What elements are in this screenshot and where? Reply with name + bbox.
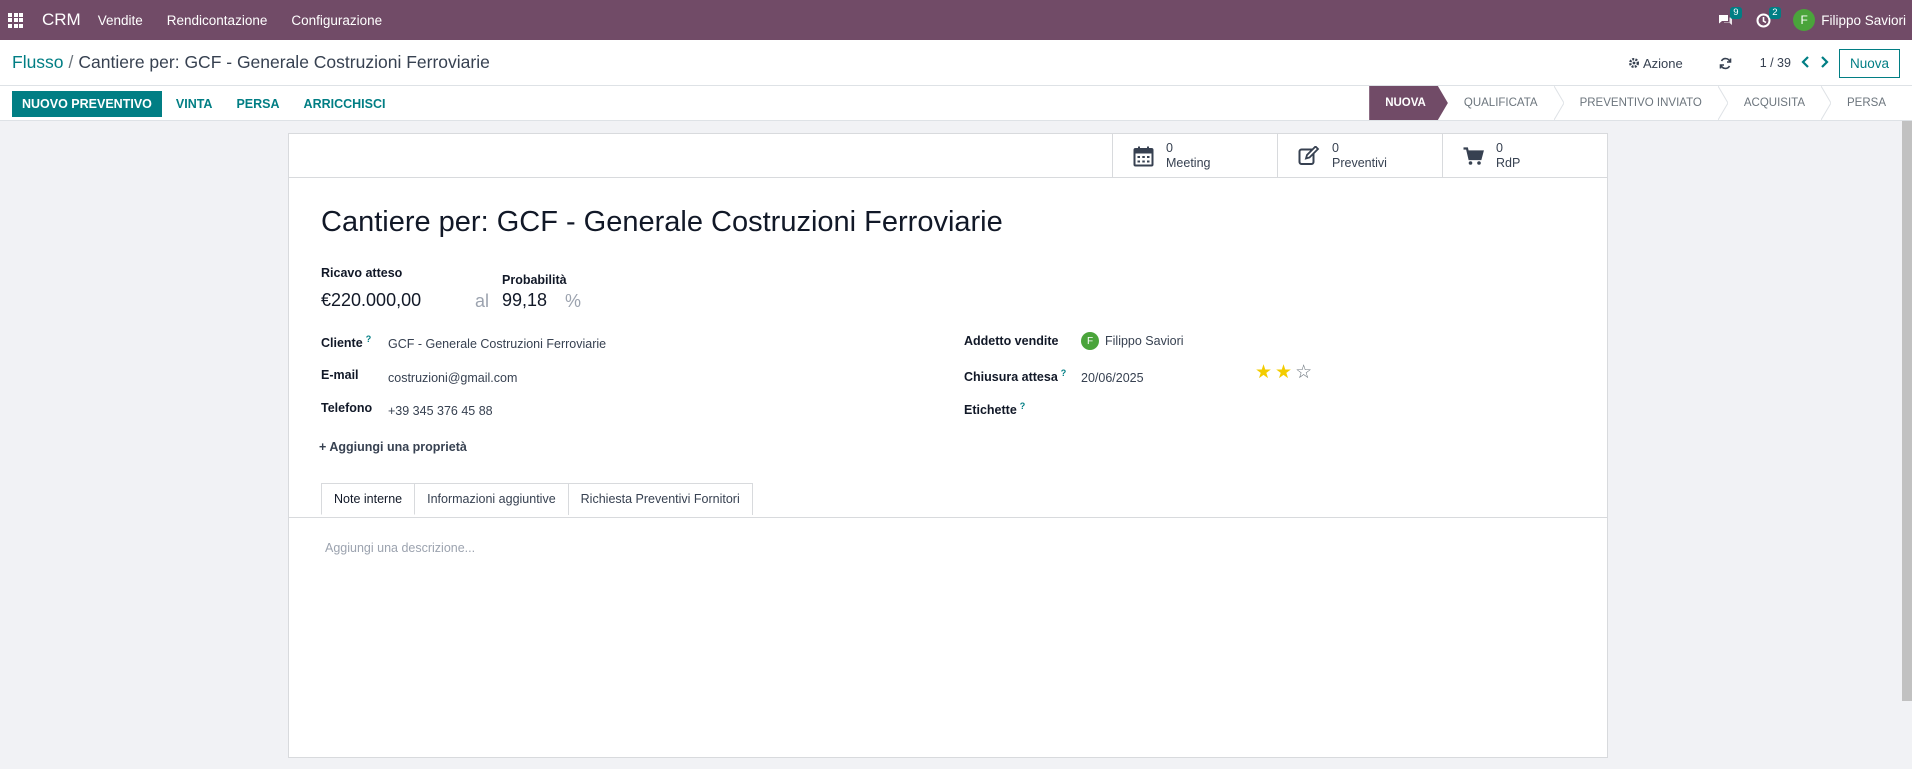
menu-rendicontazione[interactable]: Rendicontazione — [167, 13, 268, 28]
tags-label: Etichette? — [964, 401, 1026, 418]
refresh-icon — [1719, 57, 1731, 69]
status-bar: NUOVO PREVENTIVO VINTA PERSA ARRICCHISCI… — [0, 86, 1912, 121]
meeting-count: 0 — [1166, 141, 1173, 155]
action-label: Azione — [1642, 55, 1683, 71]
calendar-icon — [1133, 146, 1154, 166]
stage-chevron-icon — [1553, 86, 1564, 120]
record-title[interactable]: Cantiere per: GCF - Generale Costruzioni… — [321, 206, 1003, 239]
description-editor[interactable]: Aggiungi una descrizione... — [325, 541, 475, 555]
user-avatar[interactable]: F — [1793, 9, 1816, 31]
stage-chevron-icon — [1717, 86, 1728, 120]
probability-label: Probabilità — [502, 273, 567, 287]
breadcrumb-parent-link[interactable]: Flusso — [12, 52, 64, 72]
stage-persa[interactable]: PERSA — [1831, 86, 1902, 120]
expected-revenue-label: Ricavo atteso — [321, 266, 403, 280]
tab-supplier-quotes[interactable]: Richiesta Preventivi Fornitori — [567, 483, 753, 515]
notebook-tabs: Note interne Informazioni aggiuntive Ric… — [321, 483, 753, 515]
messages-badge: 9 — [1730, 6, 1742, 19]
priority-widget: ★ ★ ☆ — [1255, 363, 1315, 382]
email-field[interactable]: costruzioni@gmail.com — [388, 371, 517, 385]
pager-value[interactable]: 1 / 39 — [1760, 56, 1791, 70]
stage-chevron-icon — [1821, 86, 1831, 120]
page-scrollbar[interactable] — [1902, 121, 1912, 701]
add-property-button[interactable]: + Aggiungi una proprietà — [319, 440, 467, 454]
gear-icon — [1628, 58, 1639, 68]
stage-acquisita[interactable]: ACQUISITA — [1728, 86, 1821, 120]
salesperson-field[interactable]: F Filippo Saviori — [1081, 332, 1184, 350]
enrich-button[interactable]: ARRICCHISCI — [304, 97, 386, 111]
help-tooltip-icon[interactable]: ? — [366, 334, 372, 344]
probability-field[interactable]: 99,18 — [502, 290, 547, 311]
chevron-right-icon — [1821, 55, 1829, 68]
percent-sign: % — [565, 291, 582, 311]
tab-internal-notes[interactable]: Note interne — [321, 483, 416, 515]
menu-configurazione[interactable]: Configurazione — [291, 13, 382, 28]
won-button[interactable]: VINTA — [176, 97, 213, 111]
refresh-button[interactable] — [1719, 57, 1732, 70]
star-filled-icon[interactable]: ★ — [1255, 363, 1272, 382]
star-empty-icon[interactable]: ☆ — [1295, 363, 1312, 382]
customer-field[interactable]: GCF - Generale Costruzioni Ferroviarie — [388, 337, 606, 351]
help-tooltip-icon[interactable]: ? — [1020, 401, 1026, 411]
tab-extra-info[interactable]: Informazioni aggiuntive — [414, 483, 569, 515]
stage-pipeline: NUOVA QUALIFICATA PREVENTIVO INVIATO ACQ… — [1369, 86, 1902, 120]
activities-button[interactable]: 2 — [1756, 6, 1781, 28]
rdp-smart-button[interactable]: 0 RdP — [1442, 134, 1607, 178]
main-navbar: CRM Vendite Rendicontazione Configurazio… — [0, 0, 1912, 40]
control-panel: Flusso / Cantiere per: GCF - Generale Cost… — [0, 40, 1912, 86]
smart-buttons-row: 0 Meeting 0 Preventivi 0 RdP — [289, 134, 1607, 178]
quotations-smart-button[interactable]: 0 Preventivi — [1277, 134, 1442, 178]
email-label: E-mail — [321, 368, 359, 382]
new-quotation-button[interactable]: NUOVO PREVENTIVO — [12, 91, 162, 117]
lost-button[interactable]: PERSA — [236, 97, 279, 111]
phone-field[interactable]: +39 345 376 45 88 — [388, 404, 493, 418]
chevron-left-icon — [1801, 55, 1809, 68]
deadline-field[interactable]: 20/06/2025 — [1081, 371, 1144, 385]
salesperson-avatar: F — [1081, 332, 1099, 350]
salesperson-name: Filippo Saviori — [1105, 334, 1184, 348]
plus-icon: + — [319, 440, 327, 454]
pager-previous-button[interactable] — [1801, 55, 1810, 72]
tabs-divider — [289, 517, 1607, 518]
expected-revenue-field[interactable]: €220.000,00 — [321, 290, 421, 311]
menu-vendite[interactable]: Vendite — [98, 13, 143, 28]
cart-icon — [1463, 146, 1484, 165]
quotations-count: 0 — [1332, 141, 1339, 155]
app-name[interactable]: CRM — [42, 10, 81, 30]
breadcrumb-current: Cantiere per: GCF - Generale Costruzioni… — [78, 52, 490, 72]
help-tooltip-icon[interactable]: ? — [1061, 368, 1067, 378]
rdp-label: RdP — [1496, 156, 1521, 170]
form-sheet: 0 Meeting 0 Preventivi 0 RdP Cantiere per: … — [288, 133, 1608, 758]
meeting-label: Meeting — [1166, 156, 1211, 170]
breadcrumb: Flusso / Cantiere per: GCF - Generale Cost… — [12, 52, 490, 73]
top-menu: Vendite Rendicontazione Configurazione — [98, 13, 406, 28]
at-label: al — [475, 291, 490, 311]
stage-qualificata[interactable]: QUALIFICATA — [1448, 86, 1554, 120]
rdp-count: 0 — [1496, 141, 1503, 155]
phone-label: Telefono — [321, 401, 373, 415]
activities-badge: 2 — [1769, 6, 1781, 19]
meeting-smart-button[interactable]: 0 Meeting — [1112, 134, 1277, 178]
salesperson-label: Addetto vendite — [964, 334, 1059, 348]
new-record-button[interactable]: Nuova — [1838, 48, 1900, 78]
edit-icon — [1298, 146, 1320, 165]
customer-label: Cliente? — [321, 334, 372, 351]
pager-next-button[interactable] — [1820, 55, 1829, 72]
star-filled-icon[interactable]: ★ — [1275, 363, 1292, 382]
stage-preventivo-inviato[interactable]: PREVENTIVO INVIATO — [1564, 86, 1718, 120]
stage-nuova[interactable]: NUOVA — [1369, 86, 1448, 120]
add-property-label: Aggiungi una proprietà — [329, 440, 467, 454]
messages-button[interactable]: 9 — [1717, 6, 1742, 28]
quotations-label: Preventivi — [1332, 156, 1387, 170]
breadcrumb-separator: / — [68, 52, 74, 72]
action-menu-button[interactable]: Azione — [1628, 56, 1683, 71]
user-name[interactable]: Filippo Saviori — [1821, 13, 1906, 28]
deadline-label: Chiusura attesa? — [964, 368, 1067, 385]
apps-grid-icon[interactable] — [8, 12, 23, 28]
